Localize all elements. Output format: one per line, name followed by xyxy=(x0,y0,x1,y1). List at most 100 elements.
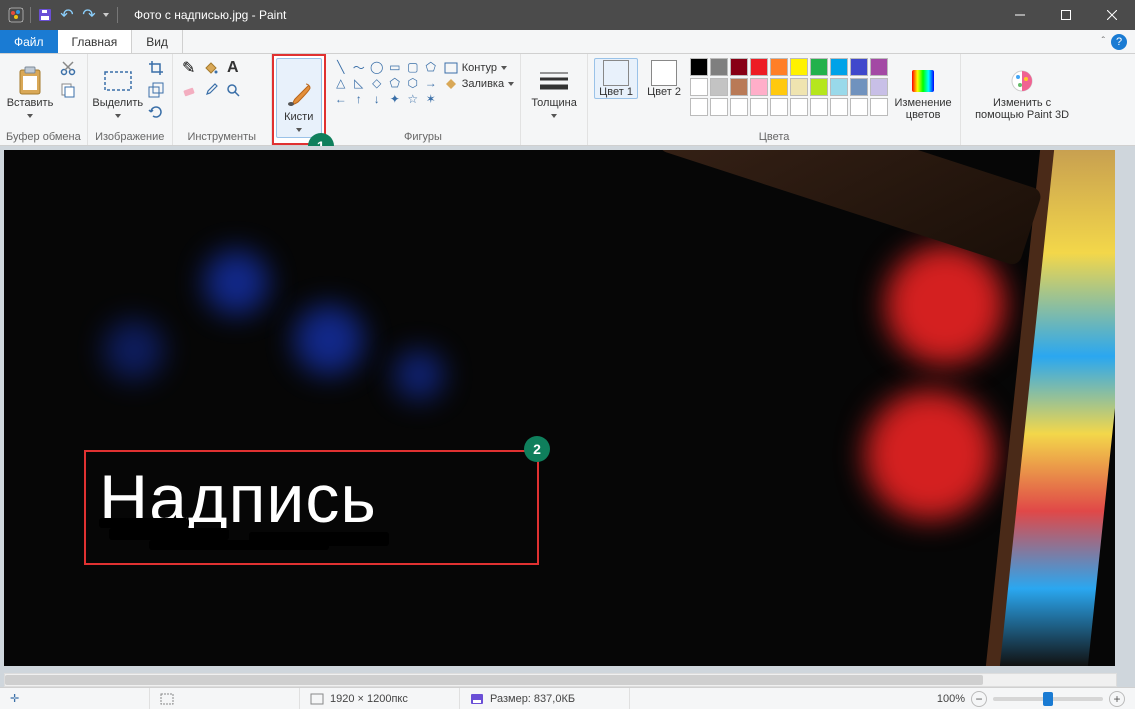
maximize-button[interactable] xyxy=(1043,0,1089,30)
color-swatch[interactable] xyxy=(750,78,768,96)
qat-customize-caret[interactable] xyxy=(103,13,109,17)
paste-button[interactable]: Вставить xyxy=(6,58,54,124)
zoom-in-button[interactable]: + xyxy=(1109,691,1125,707)
color-swatch[interactable] xyxy=(770,58,788,76)
shape-polygon[interactable]: ⬠ xyxy=(424,60,438,74)
color-swatch[interactable] xyxy=(750,58,768,76)
bucket-icon[interactable] xyxy=(201,58,221,78)
save-icon[interactable] xyxy=(37,7,53,23)
colors-group-label: Цвета xyxy=(594,129,954,143)
shape-fill-dropdown[interactable]: Заливка xyxy=(444,78,514,90)
shapes-gallery[interactable]: ╲ 〜 ◯ ▭ ▢ ⬠ △ ◺ ◇ ⬠ ⬡ → ← ↑ ↓ ✦ ☆ ✶ xyxy=(332,58,440,108)
color-palette[interactable] xyxy=(690,58,888,116)
color-swatch[interactable] xyxy=(730,58,748,76)
shape-outline-dropdown[interactable]: Контур xyxy=(444,62,514,74)
shape-pent[interactable]: ⬠ xyxy=(388,76,402,90)
color-swatch[interactable] xyxy=(850,98,868,116)
ribbon-minimize-caret[interactable]: ˆ xyxy=(1102,36,1105,47)
color-swatch[interactable] xyxy=(690,98,708,116)
color-swatch[interactable] xyxy=(690,78,708,96)
shape-roundrect[interactable]: ▢ xyxy=(406,60,420,74)
tab-file[interactable]: Файл xyxy=(0,30,58,53)
tab-view[interactable]: Вид xyxy=(132,30,183,53)
color-swatch[interactable] xyxy=(810,78,828,96)
paste-label: Вставить xyxy=(7,97,54,109)
undo-icon[interactable]: ↶ xyxy=(59,7,75,23)
shape-star5[interactable]: ☆ xyxy=(406,92,420,106)
shape-arrow-r[interactable]: → xyxy=(424,76,438,90)
pencil-icon[interactable]: ✎ xyxy=(179,58,199,78)
color-swatch[interactable] xyxy=(770,78,788,96)
color-swatch[interactable] xyxy=(710,78,728,96)
color-swatch[interactable] xyxy=(850,78,868,96)
zoom-out-button[interactable]: − xyxy=(971,691,987,707)
image-group-label: Изображение xyxy=(94,129,166,143)
select-button[interactable]: Выделить xyxy=(94,58,142,124)
rotate-icon[interactable] xyxy=(146,102,166,122)
shape-star4[interactable]: ✦ xyxy=(388,92,402,106)
shape-tri[interactable]: △ xyxy=(334,76,348,90)
shape-line[interactable]: ╲ xyxy=(334,60,348,74)
color-swatch[interactable] xyxy=(730,98,748,116)
text-icon[interactable]: A xyxy=(223,58,243,78)
shape-diamond[interactable]: ◇ xyxy=(370,76,384,90)
ribbon: Вставить Буфер обмена Выделить Изображен… xyxy=(0,54,1135,146)
color-swatch[interactable] xyxy=(730,78,748,96)
help-icon[interactable]: ? xyxy=(1111,34,1127,50)
tab-home[interactable]: Главная xyxy=(58,30,133,53)
minimize-button[interactable] xyxy=(997,0,1043,30)
color-swatch[interactable] xyxy=(690,58,708,76)
eyedropper-icon[interactable] xyxy=(201,80,221,100)
paint3d-button[interactable]: Изменить с помощью Paint 3D xyxy=(967,58,1077,124)
color-swatch[interactable] xyxy=(870,98,888,116)
horizontal-scrollbar[interactable] xyxy=(4,673,1117,687)
zoom-slider[interactable] xyxy=(993,697,1103,701)
annotation-box-2 xyxy=(84,450,539,565)
redo-icon[interactable]: ↷ xyxy=(81,7,97,23)
shape-hex[interactable]: ⬡ xyxy=(406,76,420,90)
cut-icon[interactable] xyxy=(58,58,78,78)
annotation-badge-2: 2 xyxy=(524,436,550,462)
qat-separator-2 xyxy=(117,7,118,23)
magnifier-icon[interactable] xyxy=(223,80,243,100)
color-swatch[interactable] xyxy=(870,78,888,96)
color2-slot[interactable]: Цвет 2 xyxy=(642,58,686,98)
shape-rect[interactable]: ▭ xyxy=(388,60,402,74)
thickness-button[interactable]: Толщина xyxy=(527,58,581,124)
color-swatch[interactable] xyxy=(790,98,808,116)
copy-icon[interactable] xyxy=(58,80,78,100)
canvas[interactable]: Надпись 2 xyxy=(4,150,1115,666)
group-colors: Цвет 1 Цвет 2 Изменение цветов Цвета xyxy=(588,54,961,145)
color-swatch[interactable] xyxy=(830,58,848,76)
shape-curve[interactable]: 〜 xyxy=(352,60,366,74)
edit-colors-label: Изменение цветов xyxy=(895,97,952,121)
color-swatch[interactable] xyxy=(870,58,888,76)
color-swatch[interactable] xyxy=(850,58,868,76)
shape-arrow-d[interactable]: ↓ xyxy=(370,92,384,106)
color1-slot[interactable]: Цвет 1 xyxy=(594,58,638,99)
shape-arrow-l[interactable]: ← xyxy=(334,92,348,106)
shape-oval[interactable]: ◯ xyxy=(370,60,384,74)
shape-arrow-u[interactable]: ↑ xyxy=(352,92,366,106)
color-swatch[interactable] xyxy=(830,78,848,96)
close-button[interactable] xyxy=(1089,0,1135,30)
shape-star6[interactable]: ✶ xyxy=(424,92,438,106)
color-swatch[interactable] xyxy=(770,98,788,116)
image-dimensions: 1920 × 1200пкс xyxy=(330,693,408,705)
color-swatch[interactable] xyxy=(830,98,848,116)
brushes-button[interactable]: Кисти xyxy=(276,58,322,138)
color-swatch[interactable] xyxy=(750,98,768,116)
eraser-icon[interactable] xyxy=(179,80,199,100)
color-swatch[interactable] xyxy=(790,58,808,76)
select-label: Выделить xyxy=(92,97,143,109)
color-swatch[interactable] xyxy=(790,78,808,96)
color-swatch[interactable] xyxy=(710,98,728,116)
crop-icon[interactable] xyxy=(146,58,166,78)
color-swatch[interactable] xyxy=(710,58,728,76)
shape-rtri[interactable]: ◺ xyxy=(352,76,366,90)
color-swatch[interactable] xyxy=(810,58,828,76)
resize-icon[interactable] xyxy=(146,80,166,100)
edit-colors-button[interactable]: Изменение цветов xyxy=(892,58,954,124)
color-swatch[interactable] xyxy=(810,98,828,116)
group-tools: ✎ A Инструменты xyxy=(173,54,272,145)
